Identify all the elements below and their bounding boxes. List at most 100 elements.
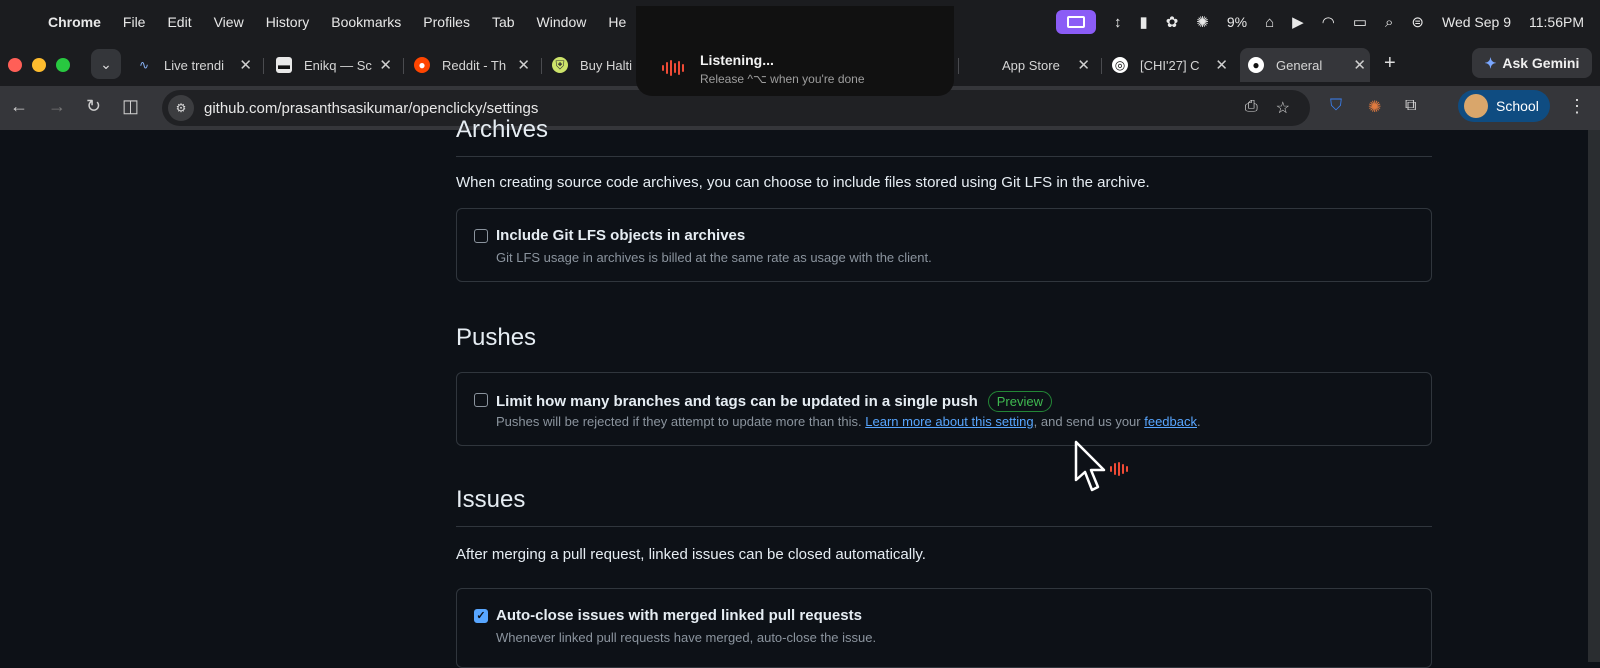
cursor-sound-wave-icon [1110,462,1128,476]
mouse-icon[interactable]: ▮ [1139,13,1147,31]
menu-edit[interactable]: Edit [167,14,191,30]
battery-icon[interactable]: ▭ [1353,13,1367,31]
resize-arrows-icon[interactable]: ↕ [1114,14,1122,31]
settings-page: Archives When creating source code archi… [0,116,1600,668]
spotlight-search-icon[interactable]: ⌕ [1385,14,1393,31]
screen-share-icon[interactable] [1055,10,1096,34]
menu-profiles[interactable]: Profiles [423,14,470,30]
tab-app-store[interactable]: App Store ✕ [966,48,1094,82]
reddit-icon: ● [414,57,430,73]
pushes-option-box: Limit how many branches and tags can be … [456,372,1432,446]
menu-history[interactable]: History [266,14,310,30]
pushes-heading: Pushes [456,324,537,351]
avatar [1464,94,1488,118]
install-app-icon[interactable]: ⎙ [1245,98,1258,118]
tab-separator [958,58,959,74]
back-arrow-icon[interactable]: ← [10,96,28,117]
reload-icon[interactable]: ↻ [86,96,101,117]
github-icon: ● [1248,57,1264,73]
control-center-icon[interactable]: ⊜ [1411,13,1424,31]
tab-reddit[interactable]: ● Reddit - Th ✕ [406,48,534,82]
issues-heading: Issues [456,486,526,513]
archives-description: When creating source code archives, you … [456,174,1150,191]
battery-percent: 9% [1226,14,1248,30]
tab-github-general[interactable]: ● General ✕ [1240,48,1370,82]
tab-buy-halti[interactable]: ⛨ Buy Halti [544,48,634,82]
brightness-icon[interactable]: ✺ [1196,13,1209,31]
gemini-sparkle-icon: ✦ [1484,54,1497,71]
preview-badge: Preview [987,391,1053,412]
new-tab-plus-icon[interactable]: + [1384,52,1396,75]
learn-more-link[interactable]: Learn more about this setting [865,414,1033,429]
chatgpt-icon[interactable]: ✿ [1166,13,1179,31]
tab-separator [541,58,542,74]
site-settings-icon[interactable]: ⚙ [168,95,194,121]
menu-help[interactable]: He [608,14,626,30]
reading-mode-icon[interactable]: ◫ [122,96,139,117]
enikq-icon: ▬ [276,57,292,73]
play-icon[interactable]: ▶ [1292,13,1304,31]
auto-close-description: Whenever linked pull requests have merge… [496,630,877,645]
limit-push-checkbox[interactable] [474,393,488,407]
limit-push-description: Pushes will be rejected if they attempt … [496,414,1201,429]
menu-app-chrome[interactable]: Chrome [48,14,101,30]
issues-option-box: ✓ Auto-close issues with merged linked p… [456,588,1432,668]
forward-arrow-icon[interactable]: → [48,96,66,117]
include-lfs-description: Git LFS usage in archives is billed at t… [496,250,932,265]
url-text[interactable]: github.com/prasanthsasikumar/openclicky/… [204,100,538,117]
bed-icon[interactable]: ⌂ [1265,14,1274,31]
fullscreen-window-button[interactable] [56,58,70,72]
close-window-button[interactable] [8,58,22,72]
status-area: ↕ ▮ ✿ ✺ 9% ⌂ ▶ ◠ ▭ ⌕ ⊜ Wed Sep 9 11:56PM [1055,0,1584,44]
bookmark-star-icon[interactable]: ☆ [1276,98,1290,118]
include-lfs-label[interactable]: Include Git LFS objects in archives [496,227,745,244]
ask-gemini-button[interactable]: ✦ Ask Gemini [1472,48,1592,78]
issues-description: After merging a pull request, linked iss… [456,546,926,563]
limit-push-label[interactable]: Limit how many branches and tags can be … [496,391,1053,412]
tab-chi27[interactable]: ◎ [CHI'27] C ✕ [1104,48,1232,82]
listening-overlay: Listening... Release ^⌥ when you're done [636,6,954,96]
menu-bookmarks[interactable]: Bookmarks [331,14,401,30]
menu-view[interactable]: View [214,14,244,30]
archives-heading: Archives [456,116,549,143]
divider [456,526,1432,527]
close-icon[interactable]: ✕ [1077,56,1090,74]
menu-file[interactable]: File [123,14,146,30]
close-icon[interactable]: ✕ [1353,56,1366,74]
close-icon[interactable]: ✕ [1215,56,1228,74]
tab-enikq[interactable]: ▬ Enikq — Sc ✕ [268,48,396,82]
close-icon[interactable]: ✕ [517,56,530,74]
more-menu-icon[interactable]: ⋮ [1568,96,1586,117]
include-lfs-checkbox[interactable] [474,229,488,243]
menubar-date: Wed Sep 9 [1441,14,1511,30]
archives-option-box: Include Git LFS objects in archives Git … [456,208,1432,282]
listening-title: Listening... [700,52,774,68]
mouse-cursor-icon [1074,440,1106,492]
close-icon[interactable]: ✕ [239,56,252,74]
minimize-window-button[interactable] [32,58,46,72]
menubar-time: 11:56PM [1529,14,1584,30]
feedback-link[interactable]: feedback [1144,414,1197,429]
listening-subtitle: Release ^⌥ when you're done [700,72,865,86]
sound-wave-icon [662,60,684,76]
menu-tab[interactable]: Tab [492,14,515,30]
auto-close-label[interactable]: Auto-close issues with merged linked pul… [496,607,862,624]
divider [456,156,1432,157]
chart-icon: ∿ [138,58,150,72]
openai-icon: ◎ [1112,57,1128,73]
profile-button[interactable]: School [1458,90,1550,122]
wifi-icon[interactable]: ◠ [1322,13,1335,31]
shield-icon: ⛨ [552,57,568,73]
tab-live-trending[interactable]: ∿ Live trendi ✕ [128,48,256,82]
page-scrollbar[interactable] [1588,130,1600,662]
auto-close-checkbox[interactable]: ✓ [474,609,488,623]
extension-claude-icon[interactable]: ✺ [1368,97,1381,117]
apple-icon [974,57,990,73]
extension-bitwarden-icon[interactable]: ⛉ [1330,97,1342,115]
tab-search-chevron-down-icon[interactable]: ⌄ [91,49,121,79]
close-icon[interactable]: ✕ [379,56,392,74]
tab-separator [403,58,404,74]
menu-window[interactable]: Window [537,14,587,30]
tab-separator [263,58,264,74]
extensions-puzzle-icon[interactable]: ⧉ [1405,97,1416,115]
